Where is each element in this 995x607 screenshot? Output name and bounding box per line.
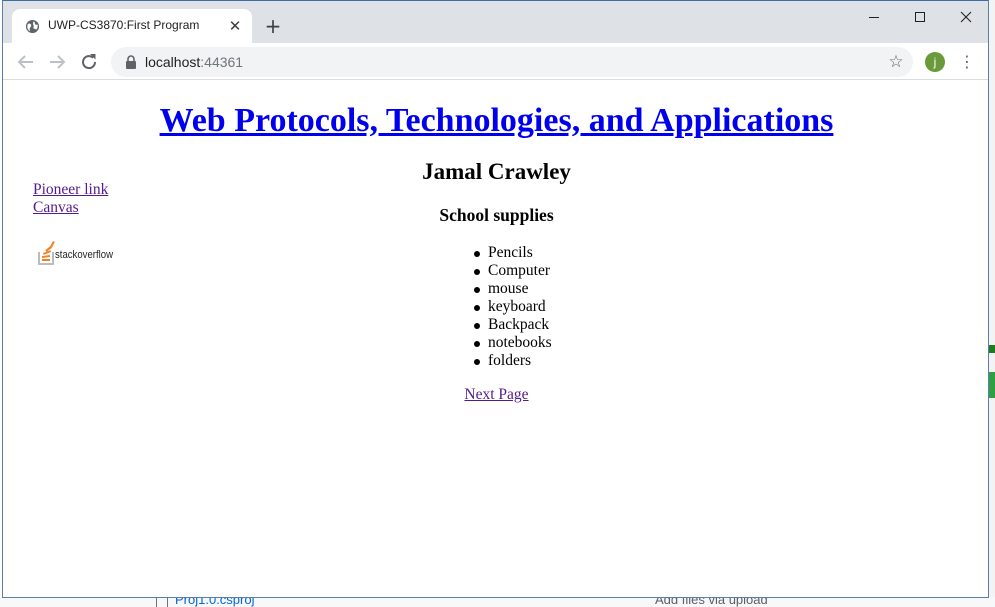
- page-title-link[interactable]: Web Protocols, Technologies, and Applica…: [160, 102, 834, 139]
- page-content: Web Protocols, Technologies, and Applica…: [3, 81, 988, 597]
- list-item: mouse: [474, 280, 552, 298]
- close-window-icon[interactable]: [943, 3, 989, 31]
- address-bar[interactable]: localhost:44361 ☆: [111, 47, 913, 77]
- list-item: Backpack: [474, 316, 552, 334]
- logo-text: stackoverflow: [55, 249, 113, 261]
- globe-icon: [25, 19, 40, 34]
- browser-window: UWP-CS3870:First Program ✕ + localhost:4…: [2, 0, 989, 598]
- next-page: Next Page: [3, 386, 988, 404]
- list-item: folders: [474, 352, 552, 370]
- section-heading: School supplies: [439, 205, 554, 225]
- list-item: keyboard: [474, 298, 552, 316]
- tab-title: UWP-CS3870:First Program: [48, 18, 200, 32]
- bookmark-star-icon[interactable]: ☆: [886, 52, 906, 72]
- menu-dots-icon[interactable]: ⋮: [958, 51, 976, 73]
- browser-toolbar: localhost:44361 ☆ j ⋮: [3, 43, 988, 80]
- url-port: :44361: [200, 54, 244, 70]
- back-arrow-icon[interactable]: [14, 50, 38, 74]
- reload-icon[interactable]: [77, 50, 101, 74]
- author-name: Jamal Crawley: [422, 159, 571, 184]
- lock-icon[interactable]: [125, 55, 137, 69]
- close-tab-icon[interactable]: ✕: [226, 17, 244, 35]
- list-item: Computer: [474, 262, 550, 279]
- list-item: notebooks: [474, 334, 552, 351]
- background-progress-bar: [989, 345, 995, 353]
- background-green-button: [989, 372, 995, 398]
- profile-avatar[interactable]: j: [925, 52, 945, 72]
- page-title: Web Protocols, Technologies, and Applica…: [3, 101, 988, 141]
- background-file-list: [0, 597, 995, 607]
- stackoverflow-logo[interactable]: stackoverflow: [36, 233, 116, 267]
- tab-strip: UWP-CS3870:First Program ✕ +: [3, 1, 988, 43]
- list-item: Pencils: [474, 244, 552, 262]
- next-page-link[interactable]: Next Page: [464, 386, 528, 403]
- url-host: localhost: [145, 54, 201, 70]
- maximize-icon[interactable]: [897, 3, 943, 31]
- browser-tab[interactable]: UWP-CS3870:First Program ✕: [12, 9, 252, 43]
- pioneer-link[interactable]: Pioneer link: [33, 181, 108, 199]
- file-icon: [156, 597, 168, 607]
- new-tab-button[interactable]: +: [261, 14, 285, 38]
- url-text[interactable]: localhost:44361: [145, 54, 243, 70]
- supplies-list: Pencils Computer mouse keyboard Backpack…: [474, 244, 552, 370]
- background-window-edge: [989, 0, 995, 607]
- forward-arrow-icon[interactable]: [45, 50, 69, 74]
- minimize-icon[interactable]: [851, 3, 897, 31]
